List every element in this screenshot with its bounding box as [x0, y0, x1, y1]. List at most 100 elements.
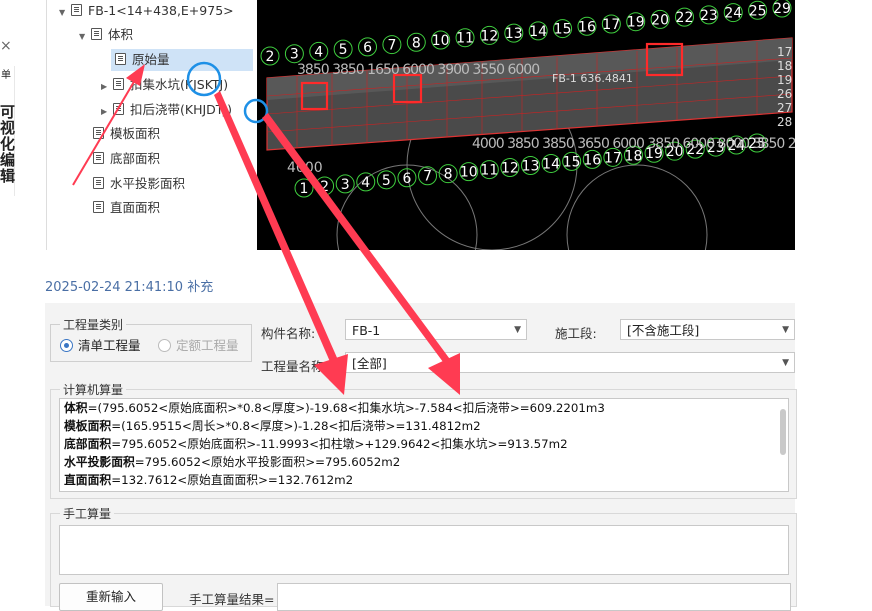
radio-checked-icon — [60, 339, 73, 352]
chevron-down-icon[interactable]: ▼ — [79, 26, 91, 48]
axis-bubble-label: 6 — [402, 171, 411, 187]
chevron-right-icon[interactable]: ▶ — [101, 101, 113, 123]
side-tab[interactable]: 单 可视化编辑 — [0, 66, 15, 196]
axis-bubble-label: 22 — [676, 10, 694, 26]
document-icon — [71, 4, 82, 16]
axis-bubble-label: 11 — [480, 163, 498, 179]
tree-node-root[interactable]: ▼ FB-1<14+438,E+975> — [59, 0, 234, 22]
tree-node-label: 扣后浇带(KHJDTJ) — [130, 102, 232, 117]
calc-line: 水平投影面积=795.6052<原始水平投影面积>=795.6052m2 — [64, 455, 401, 469]
tree-node-label: 水平投影面积 — [110, 176, 186, 191]
group-title: 计算机算量 — [60, 381, 127, 398]
axis-bubble-label: 15 — [563, 154, 581, 170]
construction-circle — [566, 164, 708, 250]
axis-bubble-label: 16 — [583, 152, 601, 168]
close-icon[interactable]: × — [0, 38, 14, 58]
tree-node-formwork[interactable]: 模板面积 — [93, 123, 160, 145]
chevron-down-icon[interactable]: ▼ — [59, 2, 71, 24]
calculation-panel: 工程量类别 清单工程量 定额工程量 构件名称: FB-1 ▼ 施工段: [不含施工… — [45, 303, 797, 611]
dimension-text-bottom: 4000 3850 3850 3650 6000 3850 6000 8000 … — [472, 136, 795, 152]
axis-bubble-label: 8 — [412, 35, 421, 51]
group-title: 工程量类别 — [60, 316, 127, 333]
axis-bubble-label: 3 — [341, 177, 350, 193]
select-value: [不含施工段] — [627, 323, 700, 338]
axis-bubble-label: 25 — [749, 3, 767, 19]
reenter-button[interactable]: 重新输入 — [59, 583, 163, 611]
radio-list-quantity[interactable]: 清单工程量 — [60, 335, 141, 354]
axis-bubble-label: 29 — [773, 1, 791, 17]
document-icon — [93, 177, 104, 189]
axis-bubble-label: 20 — [651, 12, 669, 28]
axis-bubble-label: 5 — [382, 173, 391, 189]
tree-node-vertical[interactable]: 直面面积 — [93, 197, 160, 219]
select-value: FB-1 — [352, 323, 381, 338]
axis-bubble-label: 13 — [505, 26, 523, 42]
axis-bubble-label: 15 — [554, 22, 572, 38]
calc-line: 直面面积=132.7612<原始直面面积>=132.7612m2 — [64, 473, 354, 487]
axis-bubble-label: 11 — [456, 31, 474, 47]
axis-bubble-label: 12 — [481, 28, 499, 44]
group-title: 手工算量 — [60, 505, 115, 522]
tree-node-label: 原始量 — [132, 52, 170, 67]
stage-label: 施工段: — [555, 326, 597, 341]
right-dimension-label: 19 — [777, 73, 792, 87]
scrollbar-thumb[interactable] — [780, 409, 786, 455]
tree-node-original[interactable]: 原始量 — [111, 49, 253, 71]
axis-bubble-label: 7 — [387, 38, 396, 54]
stage-select[interactable]: [不含施工段] ▼ — [620, 319, 795, 340]
axis-bubble-label: 2 — [266, 49, 275, 65]
axis-bubble-label: 13 — [522, 159, 540, 175]
cad-viewport[interactable]: FB-1 636.4841 2 3 4 5 6 7 8 10 11 12 13 14 15 16 17 19 2… — [257, 0, 795, 250]
tree-node-label: 体积 — [108, 27, 134, 42]
document-icon — [93, 152, 104, 164]
tree-node-label: 直面面积 — [110, 200, 161, 215]
tree-node-deduct-strip[interactable]: ▶ 扣后浇带(KHJDTJ) — [101, 99, 232, 121]
axis-bubble-label: 17 — [604, 150, 622, 166]
tree-node-volume[interactable]: ▼ 体积 — [79, 24, 133, 46]
right-dimension-label: 26 — [777, 87, 792, 101]
axis-bubble-label: 14 — [529, 24, 547, 40]
tree-node-deduct-pit[interactable]: ▶ 扣集水坑(KJSKTJ) — [101, 74, 228, 96]
axis-bubble-label: 7 — [423, 169, 432, 185]
right-dimension-label: 17 — [777, 45, 792, 59]
axis-bubble-label: 1 — [300, 181, 309, 197]
tree-node-horizontal[interactable]: 水平投影面积 — [93, 173, 185, 195]
manual-result-label: 手工算量结果= — [189, 592, 275, 607]
timestamp: 2025-02-24 21:41:10 补充 — [45, 280, 214, 295]
calc-line: 底部面积=795.6052<原始底面积>-11.9993<扣柱墩>+129.96… — [64, 437, 568, 451]
manual-result-input[interactable] — [277, 583, 791, 611]
radio-quota-quantity[interactable]: 定额工程量 — [158, 335, 239, 354]
radio-label: 定额工程量 — [176, 338, 239, 353]
document-icon — [113, 103, 124, 115]
axis-bubble-label: 5 — [339, 42, 348, 58]
axis-bubble-label: 10 — [432, 33, 450, 49]
document-icon — [91, 28, 102, 40]
axis-bubble-label: 3 — [290, 47, 299, 63]
axis-bubble-label: 8 — [444, 167, 453, 183]
tree-node-label: 扣集水坑(KJSKTJ) — [130, 77, 229, 92]
component-tree: ▼ FB-1<14+438,E+975> ▼ 体积 原始量 ▶ 扣集水坑(KJSKTJ… — [46, 0, 257, 250]
side-tab-bold-label: 可视化编辑 — [0, 103, 16, 185]
chevron-down-icon: ▼ — [782, 358, 789, 368]
quantity-name-select[interactable]: [全部] ▼ — [345, 352, 795, 373]
tree-node-bottom[interactable]: 底部面积 — [93, 148, 160, 170]
axis-bubble-label: 4 — [314, 44, 323, 60]
chevron-right-icon[interactable]: ▶ — [101, 76, 113, 98]
right-dimension-label: 28 — [777, 115, 792, 129]
slab-label: FB-1 636.4841 — [552, 72, 633, 85]
radio-label: 清单工程量 — [78, 338, 141, 353]
tree-node-label: FB-1<14+438,E+975> — [88, 3, 234, 18]
chevron-down-icon: ▼ — [514, 325, 521, 335]
chevron-down-icon: ▼ — [782, 325, 789, 335]
tree-node-label: 底部面积 — [110, 151, 161, 166]
axis-bubble-label: 19 — [627, 15, 645, 31]
document-icon — [93, 127, 104, 139]
axis-bubble-label: 12 — [501, 161, 519, 177]
component-name-select[interactable]: FB-1 ▼ — [345, 319, 527, 340]
calc-text-area[interactable]: 体积=(795.6052<原始底面积>*0.8<厚度>)-19.68<扣集水坑>… — [59, 398, 789, 492]
axis-bubble-label: 24 — [724, 6, 742, 22]
radio-unchecked-icon — [158, 339, 171, 352]
axis-bubble-label: 17 — [602, 17, 620, 33]
manual-calc-input[interactable] — [59, 525, 789, 575]
axis-bubble-label: 16 — [578, 19, 596, 35]
